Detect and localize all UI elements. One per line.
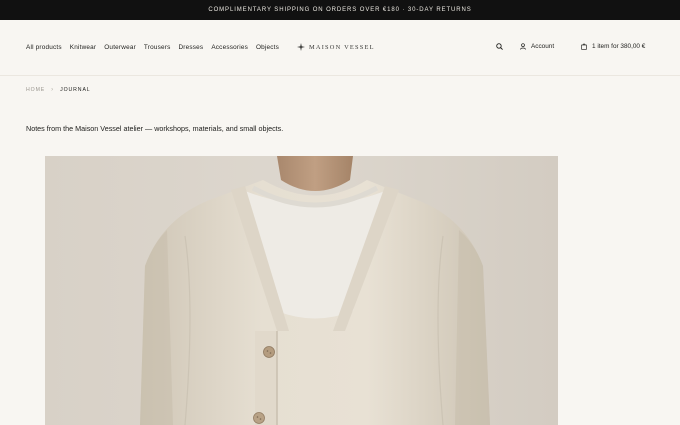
- announcement-bar: COMPLIMENTARY SHIPPING ON ORDERS OVER €1…: [0, 0, 680, 20]
- hero-image: [45, 156, 558, 425]
- sparkle-icon: [297, 43, 305, 51]
- search-icon: [496, 43, 503, 50]
- nav-item-trousers[interactable]: Trousers: [144, 44, 171, 51]
- breadcrumb-home[interactable]: HOME: [26, 87, 45, 93]
- nav-item-dresses[interactable]: Dresses: [178, 44, 203, 51]
- search-button[interactable]: [496, 43, 503, 50]
- nav-item-objects[interactable]: Objects: [256, 44, 279, 51]
- breadcrumb-current: JOURNAL: [60, 87, 91, 93]
- brand-name: MAISON VESSEL: [309, 43, 375, 51]
- page-intro: Notes from the Maison Vessel atelier — w…: [26, 124, 284, 133]
- nav-item-knitwear[interactable]: Knitwear: [70, 44, 96, 51]
- nav-item-accessories[interactable]: Accessories: [211, 44, 248, 51]
- account-label: Account: [531, 43, 555, 50]
- cart-link[interactable]: 1 item for 380,00 €: [581, 43, 645, 50]
- nav-item-all-products[interactable]: All products: [26, 44, 62, 51]
- breadcrumb-separator: ›: [51, 87, 55, 93]
- bag-icon: [581, 43, 587, 50]
- cart-label: 1 item for 380,00 €: [592, 43, 646, 50]
- announcement-text: COMPLIMENTARY SHIPPING ON ORDERS OVER €1…: [208, 7, 472, 13]
- brand-logo[interactable]: MAISON VESSEL: [297, 43, 375, 51]
- account-link[interactable]: Account: [520, 43, 554, 50]
- main-nav: All products Knitwear Outerwear Trousers…: [26, 44, 279, 51]
- user-icon: [520, 43, 526, 50]
- site-header: All products Knitwear Outerwear Trousers…: [0, 20, 680, 76]
- nav-item-outerwear[interactable]: Outerwear: [104, 44, 136, 51]
- breadcrumb: HOME › JOURNAL: [26, 87, 91, 93]
